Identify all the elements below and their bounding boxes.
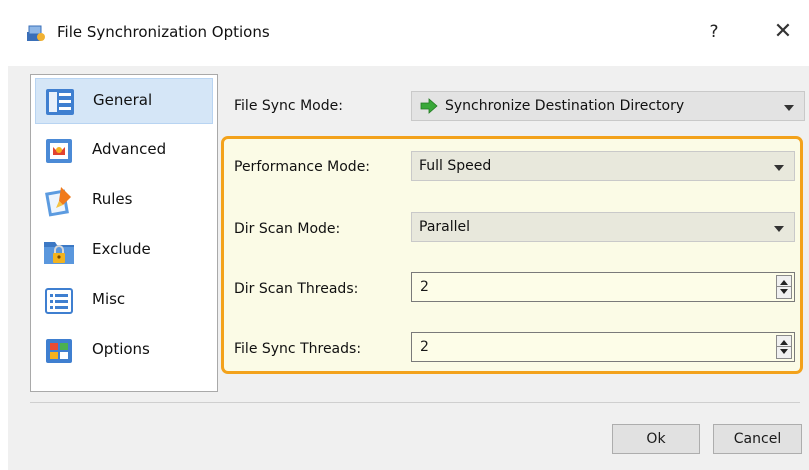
title-bar: File Synchronization Options ? ✕: [0, 0, 809, 66]
sidebar-item-misc[interactable]: Misc: [35, 278, 213, 324]
sync-mode-dropdown[interactable]: Synchronize Destination Directory: [411, 91, 805, 121]
exclude-lock-icon: [43, 235, 75, 267]
help-button[interactable]: ?: [702, 20, 726, 44]
sidebar-item-label: Options: [92, 340, 150, 358]
dir-scan-threads-label: Dir Scan Threads:: [234, 281, 359, 297]
performance-mode-value: Full Speed: [419, 158, 492, 174]
advanced-icon: [43, 135, 75, 167]
sync-mode-value: Synchronize Destination Directory: [445, 98, 685, 114]
file-sync-threads-spinbox[interactable]: 2: [411, 332, 795, 362]
sidebar-item-label: Rules: [92, 190, 133, 208]
sidebar-item-label: Advanced: [92, 140, 167, 158]
spin-up-icon[interactable]: [780, 280, 788, 285]
spin-divider: [777, 346, 791, 347]
rules-icon: [43, 185, 75, 217]
category-sidebar: General Advanced Rules Exclude Misc Opti…: [30, 74, 218, 392]
dir-scan-threads-spinbox[interactable]: 2: [411, 272, 795, 302]
file-sync-threads-value: 2: [420, 339, 429, 355]
spin-buttons[interactable]: [776, 335, 792, 359]
sidebar-item-label: Exclude: [92, 240, 151, 258]
close-button[interactable]: ✕: [770, 20, 796, 46]
spin-down-icon[interactable]: [780, 349, 788, 354]
chevron-down-icon: [784, 105, 794, 111]
cancel-button[interactable]: Cancel: [713, 424, 802, 454]
sidebar-item-exclude[interactable]: Exclude: [35, 228, 213, 274]
sidebar-item-label: Misc: [92, 290, 126, 308]
window-title: File Synchronization Options: [57, 23, 270, 41]
sidebar-item-label: General: [93, 91, 153, 109]
dir-scan-mode-value: Parallel: [419, 219, 471, 235]
dir-scan-mode-dropdown[interactable]: Parallel: [411, 212, 795, 242]
spin-buttons[interactable]: [776, 275, 792, 299]
sync-mode-label: File Sync Mode:: [234, 98, 343, 114]
footer-divider: [30, 402, 800, 403]
app-icon: [26, 23, 46, 43]
sidebar-item-general[interactable]: General: [35, 78, 213, 124]
dir-scan-mode-label: Dir Scan Mode:: [234, 221, 341, 237]
spin-divider: [777, 286, 791, 287]
chevron-down-icon: [774, 165, 784, 171]
file-sync-threads-label: File Sync Threads:: [234, 341, 362, 357]
dialog-body: General Advanced Rules Exclude Misc Opti…: [8, 66, 809, 470]
sidebar-item-advanced[interactable]: Advanced: [35, 128, 213, 174]
dir-scan-threads-value: 2: [420, 279, 429, 295]
window-frame: [0, 66, 8, 470]
performance-mode-label: Performance Mode:: [234, 159, 371, 175]
sidebar-item-rules[interactable]: Rules: [35, 178, 213, 224]
spin-down-icon[interactable]: [780, 289, 788, 294]
spin-up-icon[interactable]: [780, 340, 788, 345]
performance-settings-group: Performance Mode: Full Speed Dir Scan Mo…: [221, 136, 803, 374]
options-icon: [43, 335, 75, 367]
chevron-down-icon: [774, 226, 784, 232]
ok-button[interactable]: Ok: [612, 424, 700, 454]
sidebar-item-options[interactable]: Options: [35, 328, 213, 374]
general-icon: [44, 86, 76, 118]
misc-list-icon: [43, 285, 75, 317]
green-arrow-icon: [420, 98, 438, 118]
performance-mode-dropdown[interactable]: Full Speed: [411, 151, 795, 181]
